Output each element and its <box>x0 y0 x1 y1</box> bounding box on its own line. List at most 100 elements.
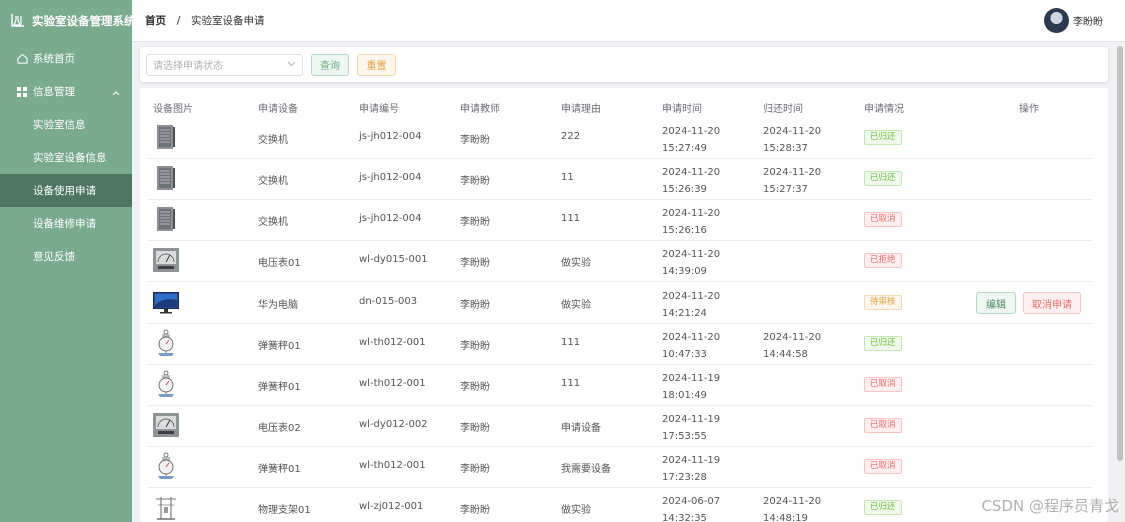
apply-time: 2024-11-20 14:21:24 <box>662 288 720 322</box>
teacher-name: 李盼盼 <box>460 135 490 146</box>
request-reason: 111 <box>561 337 581 348</box>
return-date-text: 2024-11-20 <box>763 496 822 507</box>
device-name: 交换机 <box>258 217 288 228</box>
apply-time-text: 14:32:35 <box>662 513 707 522</box>
request-code: wl-th012-001 <box>359 378 426 389</box>
column-header-apply-time: 申请时间 <box>662 104 702 115</box>
apply-time-text: 17:53:55 <box>662 431 707 442</box>
sidebar-item-label: 设备维修申请 <box>33 218 96 230</box>
apply-date-text: 2024-11-20 <box>662 249 721 260</box>
computer-icon <box>153 288 179 316</box>
request-reason: 做实验 <box>561 505 591 516</box>
scrollbar-thumb[interactable] <box>1117 46 1123 461</box>
grid-icon <box>16 86 28 98</box>
watermark: CSDN @程序员青戈 <box>981 497 1119 515</box>
home-icon <box>16 53 28 65</box>
breadcrumb-home[interactable]: 首页 <box>145 15 166 27</box>
scale-icon <box>153 370 179 398</box>
return-time: 2024-11-20 15:27:37 <box>763 164 821 198</box>
table-row: 物理支架01 wl-zj012-001 李盼盼 做实验 2024-06-07 14:32:… <box>140 488 1100 522</box>
device-name: 交换机 <box>258 176 288 187</box>
apply-date-text: 2024-11-20 <box>662 332 721 343</box>
table-row: 交换机 js-jh012-004 李盼盼 222 2024-11-20 15:27:49 2… <box>140 118 1100 159</box>
request-code: js-jh012-004 <box>359 213 422 224</box>
teacher-name: 李盼盼 <box>460 217 490 228</box>
teacher-name: 李盼盼 <box>460 505 490 516</box>
apply-time-text: 14:21:24 <box>662 308 707 319</box>
teacher-name: 李盼盼 <box>460 423 490 434</box>
user-name: 李盼盼 <box>1073 17 1103 28</box>
reset-button[interactable]: 重置 <box>357 53 396 76</box>
request-reason: 申请设备 <box>561 423 601 434</box>
apply-date-text: 2024-11-20 <box>662 208 721 219</box>
apply-date-text: 2024-11-20 <box>662 126 721 137</box>
edit-button[interactable]: 编辑 <box>976 292 1016 314</box>
request-reason: 222 <box>561 131 581 142</box>
status-badge: 已归还 <box>864 130 902 145</box>
teacher-name: 李盼盼 <box>460 300 490 311</box>
apply-time: 2024-11-20 10:47:33 <box>662 329 720 363</box>
request-code: wl-zj012-001 <box>359 501 424 512</box>
return-date-text: 2024-11-20 <box>763 332 822 343</box>
sidebar-item-lab-info[interactable]: 实验室信息 <box>0 108 132 141</box>
table-row: 电压表02 wl-dy012-002 李盼盼 申请设备 2024-11-19 17:53:… <box>140 406 1100 447</box>
user-menu[interactable]: 李盼盼 <box>1044 8 1103 33</box>
apply-date-text: 2024-06-07 <box>662 496 721 507</box>
status-badge: 已归还 <box>864 336 902 351</box>
cancel-request-button[interactable]: 取消申请 <box>1023 292 1081 314</box>
breadcrumb-separator: / <box>176 14 181 27</box>
column-header-status: 申请情况 <box>864 104 904 115</box>
apply-time-text: 18:01:49 <box>662 390 707 401</box>
apply-time: 2024-11-20 15:26:16 <box>662 205 720 239</box>
return-time-text: 15:27:37 <box>763 184 808 195</box>
chevron-up-icon <box>112 87 120 99</box>
teacher-name: 李盼盼 <box>460 341 490 352</box>
avatar[interactable] <box>1044 8 1069 33</box>
status-select-placeholder: 请选择申请状态 <box>153 61 223 72</box>
request-reason: 11 <box>561 172 574 183</box>
device-name: 弹簧秤01 <box>258 341 301 352</box>
request-code: dn-015-003 <box>359 296 418 307</box>
app-title: 实验室设备管理系统 <box>32 14 136 28</box>
device-name: 弹簧秤01 <box>258 464 301 475</box>
app-brand[interactable]: 实验室设备管理系统 <box>0 0 136 42</box>
column-header-teacher: 申请教师 <box>460 104 500 115</box>
sidebar-item-equipment-repair-request[interactable]: 设备维修申请 <box>0 207 132 240</box>
apply-time-text: 15:26:16 <box>662 225 707 236</box>
status-badge: 已归还 <box>864 500 902 515</box>
switch-icon <box>153 205 179 233</box>
sidebar-item-label: 系统首页 <box>33 53 75 65</box>
apply-date-text: 2024-11-19 <box>662 414 721 425</box>
apply-date-text: 2024-11-20 <box>662 167 721 178</box>
sidebar-item-lab-equipment-info[interactable]: 实验室设备信息 <box>0 141 132 174</box>
return-time-text: 15:28:37 <box>763 143 808 154</box>
apply-time-text: 17:23:28 <box>662 472 707 483</box>
device-name: 电压表01 <box>258 258 301 269</box>
scale-icon <box>153 452 179 480</box>
sidebar: 实验室设备管理系统 系统首页 信息管理 实验室信息 实验室设备信息 设备使用申请… <box>0 0 136 522</box>
column-header-device: 申请设备 <box>258 104 298 115</box>
page-scrollbar[interactable] <box>1115 42 1125 522</box>
sidebar-item-feedback[interactable]: 意见反馈 <box>0 240 132 273</box>
query-button[interactable]: 查询 <box>311 53 349 76</box>
request-code: wl-th012-001 <box>359 337 426 348</box>
teacher-name: 李盼盼 <box>460 382 490 393</box>
status-select[interactable]: 请选择申请状态 <box>146 53 303 76</box>
column-header-return-time: 归还时间 <box>763 104 803 115</box>
sidebar-item-equipment-use-request[interactable]: 设备使用申请 <box>0 174 132 207</box>
status-badge: 已取消 <box>864 377 902 392</box>
sidebar-item-home[interactable]: 系统首页 <box>0 42 132 75</box>
lab-flask-logo-icon <box>11 14 24 27</box>
table-row: 弹簧秤01 wl-th012-001 李盼盼 我需要设备 2024-11-19 17:23… <box>140 447 1100 488</box>
sidebar-item-label: 实验室信息 <box>33 119 86 131</box>
sidebar-item-info-management[interactable]: 信息管理 <box>0 75 132 108</box>
switch-icon <box>153 164 179 192</box>
apply-time: 2024-11-20 14:39:09 <box>662 246 720 280</box>
search-bar: 请选择申请状态 查询 重置 <box>140 47 1108 82</box>
breadcrumb-current: 实验室设备申请 <box>191 15 265 27</box>
table-row: 华为电脑 dn-015-003 李盼盼 做实验 2024-11-20 14:21:24 待审… <box>140 283 1100 324</box>
request-code: wl-th012-001 <box>359 460 426 471</box>
return-time: 2024-11-20 14:48:19 <box>763 493 821 522</box>
request-reason: 做实验 <box>561 258 591 269</box>
return-date-text: 2024-11-20 <box>763 167 822 178</box>
